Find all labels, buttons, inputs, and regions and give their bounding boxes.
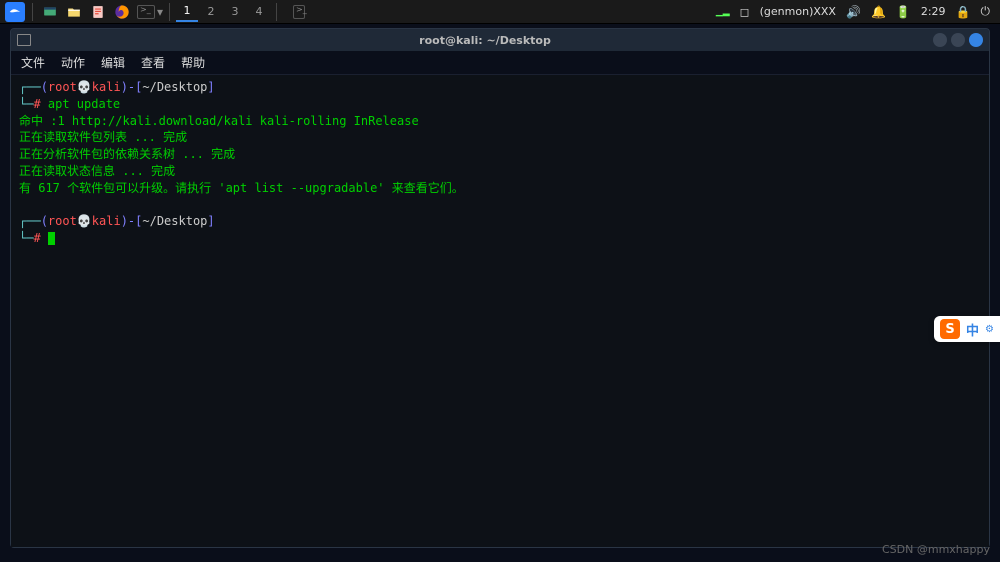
genmon-text: (genmon)XXX <box>760 5 836 18</box>
output-line: 正在分析软件包的依赖关系树 ... 完成 <box>19 146 981 163</box>
menu-help[interactable]: 帮助 <box>181 54 205 71</box>
show-desktop-icon[interactable] <box>39 1 61 23</box>
terminal-body[interactable]: ┌──(root💀kali)-[~/Desktop] └─# apt updat… <box>11 75 989 547</box>
volume-icon[interactable]: 🔊 <box>846 5 861 19</box>
prompt-line-2: ┌──(root💀kali)-[~/Desktop] <box>19 213 981 230</box>
battery-icon[interactable]: 🔋 <box>896 5 911 19</box>
output-line: 命中 :1 http://kali.download/kali kali-rol… <box>19 113 981 130</box>
output-line: 有 617 个软件包可以升级。请执行 'apt list --upgradabl… <box>19 180 981 197</box>
firefox-icon[interactable] <box>111 1 133 23</box>
workspace-3[interactable]: 3 <box>224 2 246 22</box>
file-manager-icon[interactable] <box>63 1 85 23</box>
prompt-line-1: ┌──(root💀kali)-[~/Desktop] <box>19 79 981 96</box>
clock-text[interactable]: 2:29 <box>921 5 946 18</box>
power-icon[interactable]: ⏻ <box>981 4 991 19</box>
window-icon <box>17 34 31 46</box>
screen-icon[interactable]: ◻ <box>740 5 750 19</box>
watermark: CSDN @mmxhappy <box>882 543 990 556</box>
terminal-launcher-icon[interactable] <box>135 1 157 23</box>
panel-divider <box>32 3 33 21</box>
notifications-icon[interactable]: 🔔 <box>871 5 886 19</box>
ime-sogou-icon: S <box>940 319 960 339</box>
ime-lang-indicator[interactable]: 中 <box>966 320 979 339</box>
close-button[interactable] <box>969 33 983 47</box>
window-controls <box>933 33 983 47</box>
blank-line <box>19 197 981 214</box>
network-graph-icon: ▁▂ <box>716 7 730 17</box>
panel-left: ▾ 1 2 3 4 <box>4 1 305 23</box>
menu-actions[interactable]: 动作 <box>61 54 85 71</box>
terminal-window: root@kali: ~/Desktop 文件 动作 编辑 查看 帮助 ┌──(… <box>10 28 990 548</box>
ime-settings-icon[interactable]: ⚙ <box>985 324 994 335</box>
workspace-2[interactable]: 2 <box>200 2 222 22</box>
panel-right: ▁▂ ◻ (genmon)XXX 🔊 🔔 🔋 2:29 🔒 ⏻ <box>716 4 996 19</box>
lock-icon[interactable]: 🔒 <box>956 5 971 19</box>
cursor <box>48 232 55 245</box>
text-editor-icon[interactable] <box>87 1 109 23</box>
menu-edit[interactable]: 编辑 <box>101 54 125 71</box>
panel-divider-2 <box>169 3 170 21</box>
output-line: 正在读取软件包列表 ... 完成 <box>19 129 981 146</box>
command-line-1: └─# apt update <box>19 96 981 113</box>
dropdown-arrow-icon[interactable]: ▾ <box>157 5 163 19</box>
command-line-2: └─# <box>19 230 981 247</box>
window-title: root@kali: ~/Desktop <box>37 34 933 47</box>
workspace-4[interactable]: 4 <box>248 2 270 22</box>
panel-divider-3 <box>276 3 277 21</box>
top-panel: ▾ 1 2 3 4 ▁▂ ◻ (genmon)XXX 🔊 🔔 🔋 2:29 🔒 … <box>0 0 1000 24</box>
menu-view[interactable]: 查看 <box>141 54 165 71</box>
ime-widget[interactable]: S 中 ⚙ <box>934 316 1000 342</box>
menubar: 文件 动作 编辑 查看 帮助 <box>11 51 989 75</box>
window-titlebar[interactable]: root@kali: ~/Desktop <box>11 29 989 51</box>
active-window-icon[interactable] <box>283 1 305 23</box>
minimize-button[interactable] <box>933 33 947 47</box>
output-line: 正在读取状态信息 ... 完成 <box>19 163 981 180</box>
workspace-1[interactable]: 1 <box>176 2 198 22</box>
kali-menu-icon[interactable] <box>5 2 25 22</box>
menu-file[interactable]: 文件 <box>21 54 45 71</box>
maximize-button[interactable] <box>951 33 965 47</box>
